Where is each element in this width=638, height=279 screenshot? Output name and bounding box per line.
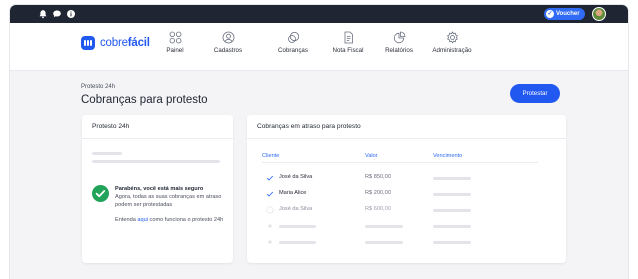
info-icon[interactable] [66,9,76,19]
placeholder-line [92,160,220,163]
nav-cobrancas[interactable]: Cobranças [263,31,323,54]
unchecked-circle-icon[interactable] [266,206,274,214]
placeholder-line [433,177,471,180]
column-header-cliente[interactable]: Cliente [262,153,279,159]
table-row[interactable]: José da Silva R$ 600,00 [262,205,538,215]
chart-icon [393,31,405,44]
brand-logo[interactable]: cobrefácil [81,36,150,50]
protesto-card: Protesto 24h Parabéns, você está mais se… [82,115,233,263]
grid-icon [169,31,181,44]
placeholder-line [279,225,316,228]
top-bar: ✓ Voucher [10,5,628,23]
bell-icon[interactable] [38,9,48,19]
success-check-icon [92,185,109,202]
card-title: Cobranças em atraso para protesto [247,115,566,139]
chat-icon[interactable] [52,9,62,19]
nav-relatorios[interactable]: Relatórios [369,31,429,54]
divider [262,162,538,163]
placeholder-line [433,193,471,196]
success-title: Parabéns, você está mais seguro [115,186,204,192]
coins-icon [287,31,299,43]
nav-painel[interactable]: Painel [145,31,205,54]
table-row-placeholder [262,221,538,231]
help-text: Entenda aqui como funciona o protesto 24… [115,217,224,223]
bullet-icon [268,240,272,244]
charge-value: R$ 600,00 [365,206,391,212]
nav-label: Cobranças [278,47,308,54]
charge-value: R$ 200,00 [365,190,391,196]
nav-label: Administração [432,47,472,54]
placeholder-line [92,152,122,155]
success-body: Agora, todas as suas cobranças em atraso… [115,194,222,208]
page-title: Cobranças para protesto [81,94,208,106]
placeholder-line [433,225,471,228]
breadcrumb: Protesto 24h [81,84,116,90]
voucher-button[interactable]: ✓ Voucher [544,8,585,20]
table-row-placeholder [262,237,538,247]
placeholder-line [433,241,471,244]
checkmark-icon[interactable] [266,174,274,182]
nav-administracao[interactable]: Administração [422,31,482,54]
user-icon [222,31,234,44]
main-nav: cobrefácil Painel Cadastros Cobranças No… [10,23,628,71]
bullet-icon [268,224,272,228]
placeholder-line [365,225,403,228]
client-name: José da Silva [279,206,313,212]
column-header-valor[interactable]: Valor [365,153,378,159]
nav-cadastros[interactable]: Cadastros [198,31,258,54]
nav-label: Relatórios [385,47,413,54]
voucher-badge-icon: ✓ [546,10,554,18]
placeholder-line [279,241,316,244]
checkmark-icon[interactable] [266,190,274,198]
client-name: José da Silva [279,174,313,180]
placeholder-line [365,241,403,244]
nav-label: Cadastros [213,47,243,54]
help-link[interactable]: aqui [137,217,148,223]
avatar[interactable] [592,7,606,21]
client-name: Maria Alice [279,190,307,196]
logo-text: cobrefácil [100,37,150,49]
app-window: ✓ Voucher cobrefácil Painel Cadastros Co… [10,5,628,279]
nav-label: Painel [166,47,184,54]
table-row[interactable]: Maria Alice R$ 200,00 [262,189,538,199]
placeholder-line [433,209,471,212]
table-row[interactable]: José da Silva R$ 850,00 [262,173,538,183]
overdue-charges-card: Cobranças em atraso para protesto Client… [247,115,566,263]
logo-mark-icon [81,36,95,50]
column-header-vencimento[interactable]: Vencimento [433,153,462,159]
charge-value: R$ 850,00 [365,174,391,180]
gear-icon [446,31,458,44]
card-title: Protesto 24h [82,115,233,139]
protestar-button[interactable]: Protestar [510,84,560,103]
document-icon [344,31,353,44]
voucher-label: Voucher [556,11,580,17]
